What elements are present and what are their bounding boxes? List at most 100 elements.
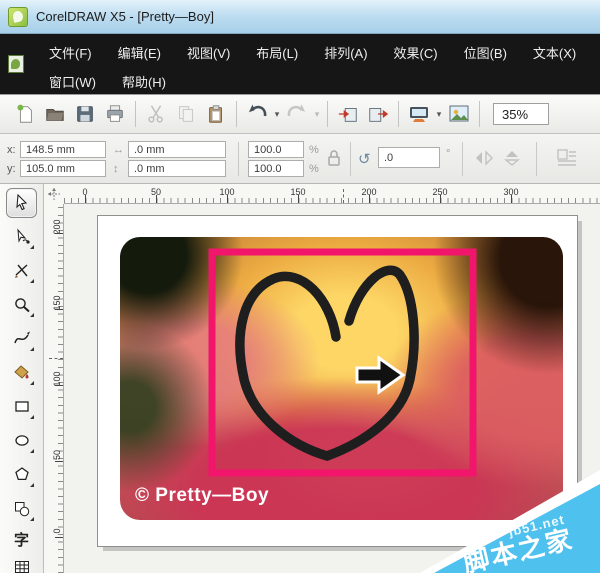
rectangle-tool[interactable] [6, 392, 37, 422]
scale-vertical-field[interactable]: 100.0 [248, 160, 304, 177]
text-wrap-icon [556, 148, 578, 168]
application-launcher-button[interactable] [405, 100, 433, 128]
open-button[interactable] [41, 100, 69, 128]
mirror-horizontal-icon [474, 150, 494, 166]
welcome-screen-button[interactable] [445, 100, 473, 128]
zoom-level-field[interactable]: 35% [493, 103, 549, 125]
menu-window[interactable]: 窗口(W) [36, 70, 109, 93]
save-button[interactable] [71, 100, 99, 128]
pink-rectangle-frame[interactable] [212, 252, 473, 473]
table-tool[interactable] [6, 552, 37, 573]
lock-ratio-icon[interactable] [326, 149, 342, 167]
toolbar-separator [398, 101, 399, 127]
cut-button [142, 100, 170, 128]
export-button[interactable] [364, 100, 392, 128]
object-width-field[interactable]: .0 mm [128, 141, 226, 158]
y-label: y: [7, 163, 16, 175]
pick-tool[interactable] [6, 188, 37, 218]
flyout-indicator [30, 449, 34, 453]
ellipse-tool[interactable] [6, 426, 37, 456]
polygon-tool[interactable] [6, 460, 37, 490]
cut-icon [145, 103, 167, 125]
smart-fill-tool-icon [13, 364, 31, 382]
rotation-angle-value: .0 [384, 152, 393, 164]
crop-tool[interactable] [6, 256, 37, 286]
horizontal-ruler[interactable]: 0 50 100 150 200 250 300 [64, 184, 600, 204]
scale-horizontal-value: 100.0 [254, 144, 282, 156]
paste-icon [205, 103, 227, 125]
scale-vertical-value: 100.0 [254, 163, 282, 175]
new-document-button[interactable] [11, 100, 39, 128]
import-button[interactable] [334, 100, 362, 128]
menu-bar: 文件(F) 编辑(E) 视图(V) 布局(L) 排列(A) 效果(C) 位图(B… [0, 34, 600, 94]
basic-shapes-tool[interactable] [6, 494, 37, 524]
window-title: CorelDRAW X5 - [Pretty—Boy] [36, 9, 214, 24]
zoom-level-value: 35% [502, 107, 528, 122]
menu-effects[interactable]: 效果(C) [381, 41, 451, 64]
propbar-separator [536, 142, 537, 176]
propbar-separator [238, 142, 239, 176]
flyout-indicator [30, 517, 34, 521]
degree-sign: ° [446, 148, 450, 160]
text-tool-icon: 字 [14, 529, 29, 550]
smart-fill-tool[interactable] [6, 358, 37, 388]
polygon-tool-icon [13, 466, 31, 484]
menu-view[interactable]: 视图(V) [174, 41, 243, 64]
v-ruler-label: 100 [52, 368, 62, 390]
object-height-field[interactable]: .0 mm [128, 160, 226, 177]
menu-edit[interactable]: 编辑(E) [105, 41, 174, 64]
v-ruler-label: 150 [52, 292, 62, 314]
menu-arrange[interactable]: 排列(A) [311, 41, 380, 64]
menu-text[interactable]: 文本(X) [520, 41, 589, 64]
menu-layout[interactable]: 布局(L) [243, 41, 311, 64]
menu-file[interactable]: 文件(F) [36, 41, 105, 64]
document-page[interactable]: © Pretty—Boy [97, 215, 578, 547]
y-position-value: 105.0 mm [26, 163, 75, 175]
v-ruler-label: 200 [52, 216, 62, 238]
zoom-tool[interactable] [6, 290, 37, 320]
undo-button[interactable] [243, 100, 271, 128]
open-folder-icon [44, 103, 66, 125]
freehand-tool[interactable] [6, 324, 37, 354]
flyout-indicator [30, 245, 34, 249]
launcher-dropdown-arrow[interactable]: ▾ [434, 109, 444, 120]
flyout-indicator [30, 381, 34, 385]
paste-button[interactable] [202, 100, 230, 128]
propbar-separator [462, 142, 463, 176]
x-position-field[interactable]: 148.5 mm [20, 141, 106, 158]
menu-help[interactable]: 帮助(H) [109, 70, 179, 93]
object-height-value: .0 mm [134, 163, 165, 175]
print-button[interactable] [101, 100, 129, 128]
v-ruler-label: 0 [52, 520, 62, 542]
redo-button [283, 100, 311, 128]
undo-icon [245, 102, 269, 126]
cursor-position-marker [343, 189, 344, 203]
pick-tool-icon [13, 194, 31, 212]
cursor-position-marker [49, 358, 63, 359]
rotation-angle-field[interactable]: .0 [378, 147, 440, 168]
y-position-field[interactable]: 105.0 mm [20, 160, 106, 177]
black-right-arrow[interactable] [357, 358, 403, 392]
menu-bitmaps[interactable]: 位图(B) [451, 41, 520, 64]
scale-horizontal-field[interactable]: 100.0 [248, 141, 304, 158]
vertical-ruler[interactable]: 200 150 100 50 0 [44, 204, 64, 573]
property-bar: x: 148.5 mm y: 105.0 mm ↔ .0 mm ↕ .0 mm … [0, 134, 600, 184]
zoom-tool-icon [13, 296, 31, 314]
undo-dropdown-arrow[interactable]: ▾ [272, 109, 282, 120]
shape-tool-icon [13, 228, 31, 246]
toolbar-separator [135, 101, 136, 127]
x-label: x: [7, 144, 16, 156]
redo-icon [285, 102, 309, 126]
text-tool[interactable]: 字 [6, 524, 37, 554]
export-icon [367, 103, 389, 125]
photo-credit-text: © Pretty—Boy [135, 485, 269, 507]
percent-sign-h: % [309, 144, 319, 156]
shape-tool[interactable] [6, 222, 37, 252]
ruler-origin-corner[interactable] [44, 184, 64, 204]
ruler-origin-icon [47, 187, 61, 201]
toolbar-separator [479, 101, 480, 127]
object-width-value: .0 mm [134, 144, 165, 156]
flyout-indicator [30, 279, 34, 283]
rose-photo-object[interactable]: © Pretty—Boy [120, 237, 563, 520]
basic-shapes-tool-icon [13, 500, 31, 518]
